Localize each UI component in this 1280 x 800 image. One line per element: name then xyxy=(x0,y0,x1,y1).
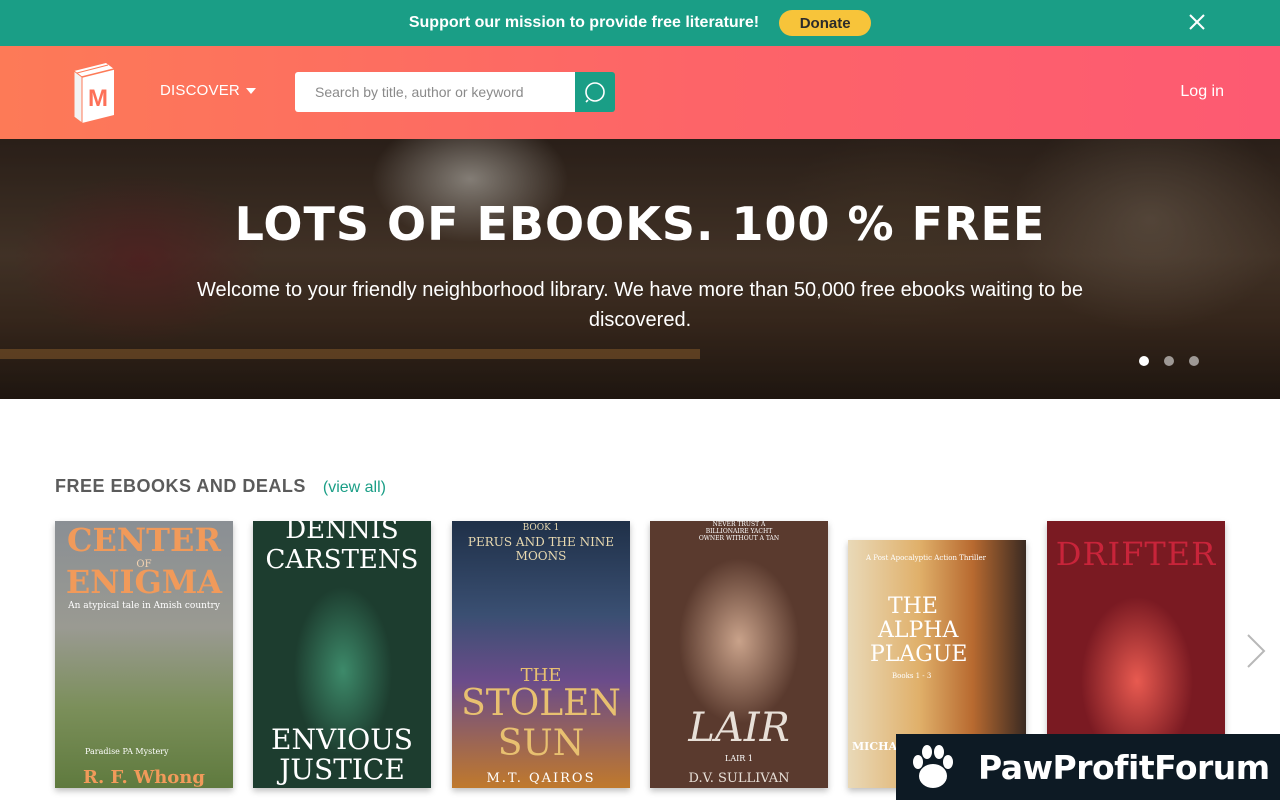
carousel-dot-3[interactable] xyxy=(1189,356,1199,366)
book-cover-envious-justice[interactable]: DENNIS CARSTENS ENVIOUS JUSTICE xyxy=(253,521,431,788)
login-link[interactable]: Log in xyxy=(1180,83,1224,101)
search-bar xyxy=(295,72,615,112)
book-title-line1: THE xyxy=(888,594,938,619)
carousel-dot-2[interactable] xyxy=(1164,356,1174,366)
book-title-line3: PLAGUE xyxy=(870,642,968,667)
chevron-right-icon[interactable] xyxy=(1244,632,1268,670)
carousel-dots xyxy=(1139,356,1199,366)
book-title-line2: STOLEN xyxy=(461,683,621,724)
carousel-dot-1[interactable] xyxy=(1139,356,1149,366)
watermark-badge: PawProfitForum xyxy=(896,734,1280,800)
book-title-line1: ENVIOUS xyxy=(271,723,413,756)
discover-label: DISCOVER xyxy=(160,82,240,99)
book-tagline: A Post Apocalyptic Action Thriller xyxy=(866,554,986,562)
book-author: D.V. SULLIVAN xyxy=(688,771,790,786)
search-input[interactable] xyxy=(295,72,575,112)
logo-letter: M xyxy=(88,85,108,112)
book-tagline: NEVER TRUST A BILLIONAIRE YACHT OWNER WI… xyxy=(698,521,780,542)
book-tagline: An atypical tale in Amish country xyxy=(68,601,220,611)
book-author: R. F. Whong xyxy=(83,767,205,788)
section-header: FREE EBOOKS AND DEALS (view all) xyxy=(55,476,386,497)
book-series: Paradise PA Mystery xyxy=(85,747,169,756)
paw-icon xyxy=(913,745,953,788)
book-cover-center-of-enigma[interactable]: CENTER OF ENIGMA An atypical tale in Ami… xyxy=(55,521,233,788)
promo-bar: Support our mission to provide free lite… xyxy=(0,0,1280,46)
view-all-link[interactable]: (view all) xyxy=(323,479,386,497)
hero-carousel: LOTS OF EBOOKS. 100 % FREE Welcome to yo… xyxy=(0,139,1280,399)
logo-book-icon[interactable]: M xyxy=(68,61,118,123)
book-cover-the-stolen-sun[interactable]: BOOK 1 PERUS AND THE NINE MOONS THE STOL… xyxy=(452,521,630,788)
book-title-line2: ALPHA xyxy=(878,618,959,643)
book-title-line1: CENTER xyxy=(67,521,221,559)
book-title-line2: JUSTICE xyxy=(279,753,405,786)
donate-button[interactable]: Donate xyxy=(779,10,872,36)
watermark-text: PawProfitForum xyxy=(978,747,1270,787)
book-author: M.T. QAIROS xyxy=(486,771,596,786)
book-title: LAIR xyxy=(688,705,790,751)
book-cover-lair[interactable]: NEVER TRUST A BILLIONAIRE YACHT OWNER WI… xyxy=(650,521,828,788)
search-icon xyxy=(585,82,605,103)
book-title: DRIFTER xyxy=(1055,535,1217,573)
hero-overlay xyxy=(0,139,1280,399)
hero-subtitle: Welcome to your friendly neighborhood li… xyxy=(196,279,1084,331)
book-volumes: Books 1 - 3 xyxy=(892,672,932,680)
discover-menu[interactable]: DISCOVER xyxy=(160,82,256,99)
section-title: FREE EBOOKS AND DEALS xyxy=(55,476,306,496)
book-series: LAIR 1 xyxy=(725,754,753,763)
site-header: M DISCOVER Log in xyxy=(0,46,1280,139)
caret-down-icon xyxy=(245,87,256,94)
book-title-line3: SUN xyxy=(497,723,585,764)
promo-message: Support our mission to provide free lite… xyxy=(408,14,760,31)
book-title-line2: ENIGMA xyxy=(65,563,223,601)
close-icon[interactable] xyxy=(1186,11,1208,33)
hero-title: LOTS OF EBOOKS. 100 % FREE xyxy=(234,197,1046,251)
book-series: PERUS AND THE NINE MOONS xyxy=(467,535,615,563)
book-author: DENNIS CARSTENS xyxy=(265,521,419,575)
book-number: BOOK 1 xyxy=(522,523,560,533)
search-button[interactable] xyxy=(575,72,615,112)
